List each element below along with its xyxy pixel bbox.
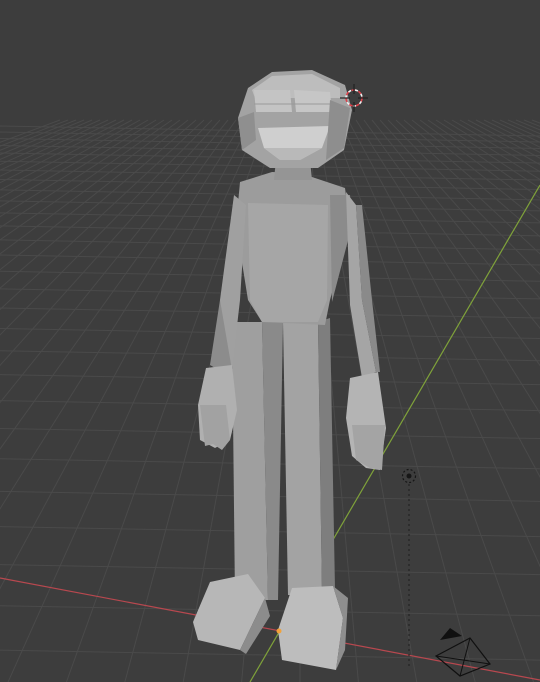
grid-line (435, 119, 540, 189)
left-hand-fingers (200, 405, 230, 450)
light-center (406, 473, 412, 479)
3d-viewport[interactable] (0, 0, 540, 682)
right-eye (294, 90, 332, 112)
left-eye (254, 90, 292, 112)
right-foot (278, 586, 343, 670)
right-hand-fingers (352, 425, 385, 470)
grid-line (475, 119, 540, 154)
grid-line (459, 119, 540, 166)
grid-line (379, 119, 540, 300)
grid-line (515, 119, 540, 131)
grid-line (419, 119, 540, 210)
grid-line (483, 119, 540, 148)
camera-triangle (440, 628, 462, 640)
left-leg (232, 322, 268, 600)
grid-line (427, 119, 540, 199)
torso-chest (248, 203, 328, 322)
grid-line (0, 649, 540, 661)
grid-line (411, 119, 540, 223)
origin-dot (276, 628, 282, 634)
grid-line (451, 119, 540, 173)
grid-line (443, 119, 540, 181)
viewport-canvas[interactable] (0, 0, 540, 682)
grid-line (355, 119, 540, 415)
grid-line (0, 605, 540, 617)
head-side (326, 100, 350, 160)
grid-line (507, 119, 540, 135)
right-leg (283, 322, 322, 595)
